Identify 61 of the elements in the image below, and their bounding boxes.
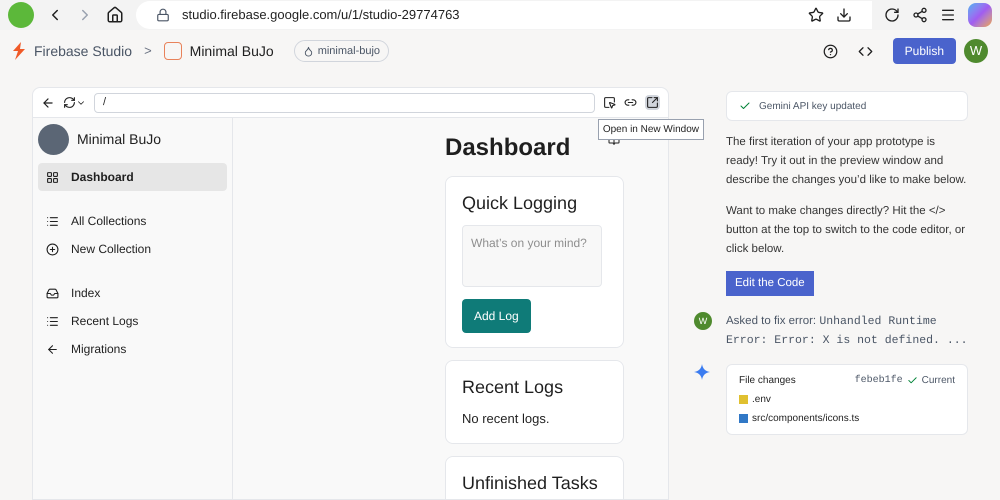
avatar-image (38, 124, 69, 155)
check-icon (739, 100, 751, 112)
user-message: Asked to fix error: Unhandled Runtime Error: Error: X is not defined. ... (726, 314, 968, 350)
app-title: Minimal BuJo (77, 130, 162, 149)
page-title: Dashboard (445, 133, 570, 163)
workspace-chip[interactable]: minimal-bujo (294, 40, 390, 62)
sidebar-item[interactable]: All Collections (38, 207, 227, 235)
publish-button[interactable]: Publish (892, 38, 956, 64)
sidebar-item[interactable]: Recent Logs (38, 307, 227, 335)
status-text: Current (922, 374, 955, 388)
chat-paragraph: The first iteration of your app prototype is ready! Try it out in the preview window and describe the changes you’d like to make below. (726, 135, 968, 188)
user-avatar: W (694, 312, 712, 330)
card-text: No recent logs. (462, 410, 550, 428)
sidebar-item[interactable]: Index (38, 279, 227, 307)
nav-icon (46, 170, 59, 184)
chat-paragraph: Want to make changes directly? Hit the </> button at the top to switch to the code editor, or click below. (726, 204, 966, 257)
brand-name: Firebase Studio (34, 42, 132, 60)
download-icon[interactable] (836, 7, 852, 23)
nav-icon (46, 314, 59, 328)
open-window-button[interactable] (645, 95, 660, 110)
ts-file-icon (739, 414, 748, 424)
assistant-icon[interactable] (968, 3, 992, 27)
file-name[interactable]: .env (752, 392, 771, 408)
card-title: Quick Logging (462, 192, 578, 215)
edit-code-button[interactable]: Edit the Code (726, 271, 814, 296)
star-icon[interactable] (808, 7, 824, 23)
user-avatar[interactable]: W (964, 39, 988, 63)
card-title: Recent Logs (462, 376, 564, 399)
nav-icon (46, 342, 59, 356)
breadcrumb-separator: > (143, 42, 153, 60)
tooltip: Open in New Window (598, 119, 704, 140)
back-icon[interactable] (41, 96, 55, 110)
commit-hash: febeb1fe (854, 374, 903, 388)
share-icon[interactable] (912, 7, 928, 23)
card-title: Unfinished Tasks (462, 472, 599, 494)
nav-icon (46, 286, 59, 300)
project-name: Minimal BuJo (190, 42, 274, 60)
sparkle-icon (694, 364, 710, 380)
select-icon[interactable] (603, 96, 616, 109)
logo-icon (12, 42, 26, 60)
log-input[interactable]: What’s on your mind? (462, 225, 602, 287)
sidebar-item[interactable]: Dashboard (38, 163, 227, 191)
nav-icon (46, 214, 59, 228)
card-title: File changes (739, 374, 796, 388)
address-bar[interactable]: studio.firebase.google.com/u/1/studio-29774763 (136, 1, 872, 29)
refresh-icon[interactable] (63, 96, 76, 109)
reload-icon[interactable] (884, 7, 900, 23)
notice-text: Gemini API key updated (759, 100, 866, 114)
env-file-icon (739, 395, 748, 404)
menu-icon[interactable] (940, 7, 956, 23)
home-icon[interactable] (106, 6, 124, 24)
help-icon[interactable] (822, 44, 838, 58)
project-icon (164, 42, 182, 60)
path-field[interactable]: / (94, 92, 595, 112)
lock-icon (156, 8, 170, 22)
add-log-button[interactable]: Add Log (462, 299, 531, 333)
file-name[interactable]: src/components/icons.ts (752, 411, 860, 426)
url-text: studio.firebase.google.com/u/1/studio-29774763 (182, 6, 460, 24)
sidebar-item[interactable]: Migrations (38, 335, 227, 363)
sidebar-item[interactable]: New Collection (38, 235, 227, 263)
nav-icon (46, 242, 59, 256)
